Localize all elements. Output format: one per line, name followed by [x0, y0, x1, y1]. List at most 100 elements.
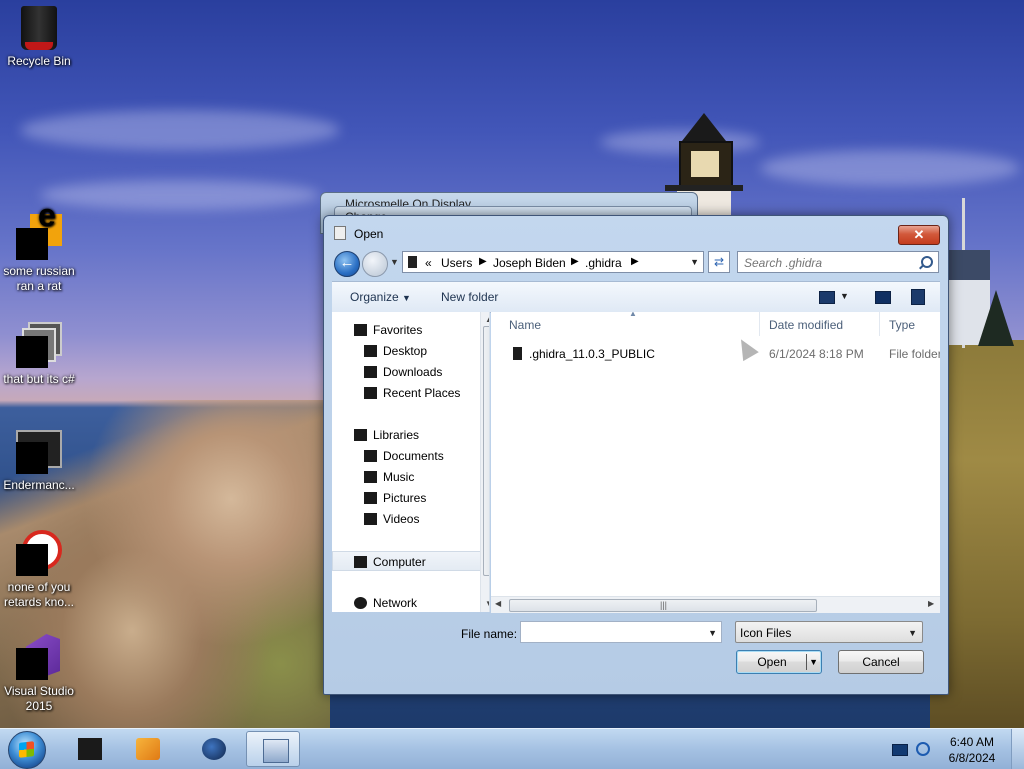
back-button[interactable]: ←: [334, 251, 360, 277]
file-type-value: Icon Files: [740, 626, 792, 640]
nav-label: Videos: [383, 512, 420, 526]
chevron-right-icon[interactable]: ▶: [631, 256, 639, 267]
cancel-button[interactable]: Cancel: [838, 650, 924, 674]
chevron-right-icon[interactable]: ▶: [571, 256, 579, 267]
sort-ascending-icon: ▲: [629, 312, 637, 318]
desktop-icon-recycle-bin[interactable]: Recycle Bin: [1, 6, 77, 69]
desktop-icon-label: some russian ran a rat: [3, 264, 75, 293]
close-button[interactable]: ✕: [898, 225, 940, 245]
terminal-icon: [16, 428, 62, 474]
chevron-down-icon[interactable]: ▼: [708, 628, 717, 638]
nav-favorites[interactable]: Favorites: [332, 320, 489, 340]
nav-documents[interactable]: Documents: [332, 446, 489, 466]
nav-desktop[interactable]: Desktop: [332, 341, 489, 361]
downloads-icon: [364, 366, 377, 378]
clock-date: 6/8/2024: [948, 751, 996, 765]
file-type-select[interactable]: Icon Files ▼: [735, 621, 923, 643]
column-header-name[interactable]: Name ▲: [491, 312, 760, 336]
nav-computer[interactable]: Computer: [332, 551, 489, 571]
clock-time: 6:40 AM: [949, 735, 995, 749]
navigation-pane-scrollbar[interactable]: ▲ ▼: [480, 312, 489, 612]
document-icon: [334, 226, 346, 240]
desktop-icon-csharp[interactable]: that but its c#: [1, 322, 77, 387]
desktop-icon-visual-studio[interactable]: Visual Studio 2015: [1, 634, 77, 714]
file-type: File folder: [889, 347, 940, 361]
network-icon[interactable]: [916, 742, 930, 756]
open-dialog: Open ✕ ← ▼ « Users ▶ Joseph Biden ▶ .ghi…: [323, 215, 949, 695]
desktop-icon-retards[interactable]: none of you retards kno...: [1, 530, 77, 610]
chevron-down-icon[interactable]: ▼: [690, 257, 699, 267]
recent-locations-dropdown[interactable]: ▼: [390, 257, 399, 267]
nav-videos[interactable]: Videos: [332, 509, 489, 529]
desktop-icon-endermanch[interactable]: Endermanc...: [1, 428, 77, 493]
breadcrumb-ghidra[interactable]: .ghidra: [585, 256, 622, 270]
dialog-titlebar[interactable]: Open ✕: [324, 216, 948, 246]
preview-pane-icon[interactable]: [875, 291, 891, 304]
breadcrumb-overflow[interactable]: «: [425, 256, 432, 270]
file-name-combobox[interactable]: ▼: [520, 621, 722, 644]
column-label: Name: [509, 318, 542, 332]
scroll-up-icon[interactable]: ▲: [485, 315, 489, 324]
taskbar-app-active-window[interactable]: [246, 731, 300, 767]
globe-icon: [202, 738, 226, 760]
taskbar: 6:40 AM 6/8/2024: [0, 728, 1024, 769]
scrollbar-thumb[interactable]: [483, 326, 489, 576]
arrow-left-icon: ←: [339, 254, 355, 271]
search-input[interactable]: [738, 252, 922, 274]
breadcrumb-joseph-biden[interactable]: Joseph Biden: [493, 256, 566, 270]
scroll-down-icon[interactable]: ▼: [485, 599, 489, 608]
taskbar-app-explorer[interactable]: [62, 731, 116, 767]
star-icon: [354, 324, 367, 336]
clock[interactable]: 6:40 AM 6/8/2024: [940, 734, 1004, 766]
open-button-label: Open: [757, 655, 787, 669]
nav-downloads[interactable]: Downloads: [332, 362, 489, 382]
open-button[interactable]: Open ▼: [736, 650, 822, 674]
nav-libraries[interactable]: Libraries: [332, 425, 489, 445]
nav-recent-places[interactable]: Recent Places: [332, 383, 489, 403]
breadcrumb-users[interactable]: Users: [441, 256, 472, 270]
nav-label: Computer: [373, 555, 426, 569]
organize-button[interactable]: Organize ▼: [350, 290, 411, 304]
scroll-left-icon[interactable]: ◀: [495, 599, 501, 608]
split-divider: [806, 654, 807, 670]
file-row[interactable]: .ghidra_11.0.3_PUBLIC 6/1/2024 8:18 PM F…: [491, 344, 940, 366]
view-icon[interactable]: [819, 291, 835, 304]
nav-pictures[interactable]: Pictures: [332, 488, 489, 508]
nav-music[interactable]: Music: [332, 467, 489, 487]
nav-label: Network: [373, 596, 418, 610]
column-label: Type: [889, 318, 916, 332]
file-name-input[interactable]: [521, 622, 707, 644]
help-icon[interactable]: [911, 289, 925, 305]
search-icon[interactable]: [921, 256, 933, 268]
start-button[interactable]: [8, 731, 46, 769]
file-date-modified: 6/1/2024 8:18 PM: [769, 347, 864, 361]
nav-network[interactable]: Network: [332, 593, 489, 612]
taskbar-app-media-player[interactable]: [120, 731, 174, 767]
taskbar-app-browser[interactable]: [186, 731, 240, 767]
column-header-date-modified[interactable]: Date modified: [759, 312, 880, 336]
show-desktop-button[interactable]: [1011, 729, 1024, 769]
desktop-icon-label: Endermanc...: [3, 478, 75, 492]
monitor-icon[interactable]: [892, 744, 908, 756]
nav-label: Desktop: [383, 344, 428, 358]
file-list-horizontal-scrollbar[interactable]: ◀ ||| ▶: [491, 596, 940, 613]
recycle-bin-icon: [21, 6, 57, 50]
view-dropdown-chevron-icon[interactable]: ▼: [840, 291, 849, 301]
new-folder-button[interactable]: New folder: [441, 290, 498, 304]
desktop-icon-label: Recycle Bin: [7, 54, 71, 68]
address-bar[interactable]: « Users ▶ Joseph Biden ▶ .ghidra ▶ ▼: [402, 251, 704, 273]
nav-label: Recent Places: [383, 386, 461, 400]
forward-button[interactable]: [362, 251, 388, 277]
red-circle-icon: [16, 530, 62, 576]
scrollbar-thumb[interactable]: |||: [509, 599, 817, 612]
desktop-icon-rat[interactable]: some russian ran a rat: [1, 208, 77, 294]
open-options-chevron-icon[interactable]: ▼: [809, 651, 818, 673]
search-box[interactable]: [737, 251, 939, 274]
column-header-type[interactable]: Type: [879, 312, 940, 336]
chevron-right-icon[interactable]: ▶: [479, 256, 487, 267]
scroll-right-icon[interactable]: ▶: [928, 599, 934, 608]
file-name-label: File name:: [461, 627, 518, 641]
desktop-icon-label: Visual Studio 2015: [4, 684, 74, 713]
refresh-button[interactable]: ⇄: [708, 251, 730, 273]
app-e-icon: [16, 208, 62, 260]
